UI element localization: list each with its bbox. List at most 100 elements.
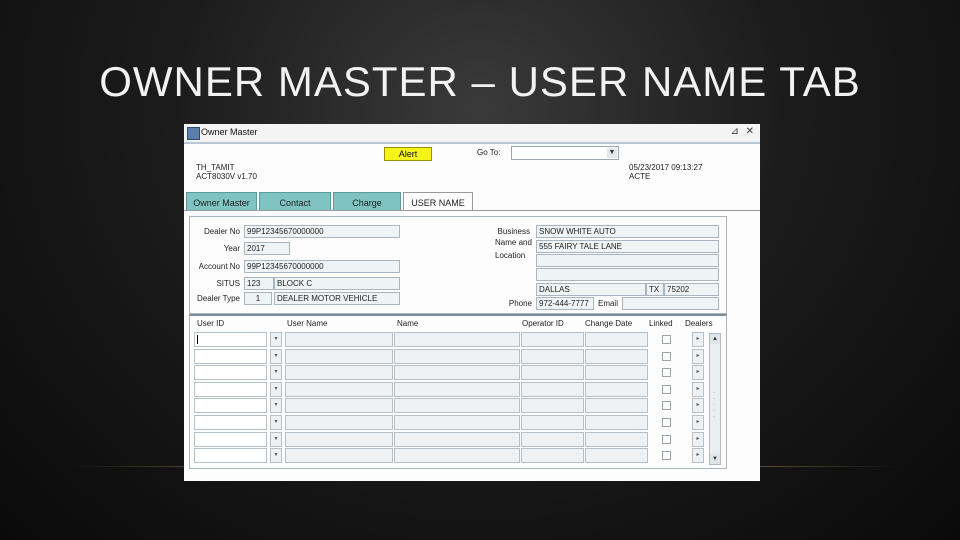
name-cell[interactable]: [394, 365, 520, 380]
user-id-cell[interactable]: [194, 432, 267, 447]
email-field[interactable]: [622, 297, 719, 310]
zip-field[interactable]: 75202: [664, 283, 719, 296]
account-no-field[interactable]: 99P12345670000000: [244, 260, 400, 273]
user-name-cell[interactable]: [285, 365, 393, 380]
slide-title: OWNER MASTER – USER NAME TAB: [99, 58, 861, 105]
user-name-cell[interactable]: [285, 349, 393, 364]
chevron-down-icon[interactable]: ▼: [607, 148, 617, 158]
form-version: ACT8030V v1.70: [196, 172, 257, 181]
business-name-field[interactable]: SNOW WHITE AUTO: [536, 225, 719, 238]
user-id-cell[interactable]: [194, 415, 267, 430]
dealers-button-icon[interactable]: ▸: [692, 432, 704, 447]
change-date-cell[interactable]: [585, 349, 648, 364]
tab-owner-master[interactable]: Owner Master: [186, 192, 257, 211]
address-line2-field[interactable]: [536, 254, 719, 267]
name-cell[interactable]: [394, 448, 520, 463]
user-id-cell[interactable]: [194, 332, 267, 347]
city-field[interactable]: DALLAS: [536, 283, 646, 296]
dealers-button-icon[interactable]: ▸: [692, 398, 704, 413]
user-id-cell[interactable]: [194, 349, 267, 364]
col-header-user-name: User Name: [287, 319, 328, 328]
operator-id-cell[interactable]: [521, 349, 584, 364]
dealers-button-icon[interactable]: ▸: [692, 382, 704, 397]
situs-number-field[interactable]: 123: [244, 277, 274, 290]
scroll-up-icon[interactable]: ▲: [710, 334, 720, 344]
linked-checkbox[interactable]: [662, 385, 671, 394]
scroll-grip-icon[interactable]: · · · · ·: [713, 390, 715, 420]
situs-street-field[interactable]: BLOCK C: [274, 277, 400, 290]
tab-bar: Owner Master Contact Charge USER NAME: [186, 192, 760, 211]
lov-button-icon[interactable]: ▾: [270, 398, 282, 413]
name-cell[interactable]: [394, 415, 520, 430]
lov-button-icon[interactable]: ▾: [270, 415, 282, 430]
operator-id-cell[interactable]: [521, 332, 584, 347]
linked-checkbox[interactable]: [662, 335, 671, 344]
situs-label: SITUS: [216, 279, 240, 288]
dealers-button-icon[interactable]: ▸: [692, 349, 704, 364]
change-date-cell[interactable]: [585, 448, 648, 463]
lov-button-icon[interactable]: ▾: [270, 332, 282, 347]
address-line3-field[interactable]: [536, 268, 719, 281]
user-name-cell[interactable]: [285, 398, 393, 413]
lov-button-icon[interactable]: ▾: [270, 448, 282, 463]
account-no-label: Account No: [198, 262, 240, 271]
operator-id-cell[interactable]: [521, 415, 584, 430]
dealer-type-code-field[interactable]: 1: [244, 292, 272, 305]
linked-checkbox[interactable]: [662, 352, 671, 361]
user-id-cell[interactable]: [194, 398, 267, 413]
tab-charge[interactable]: Charge: [333, 192, 401, 211]
linked-checkbox[interactable]: [662, 451, 671, 460]
name-cell[interactable]: [394, 349, 520, 364]
user-id-cell[interactable]: [194, 382, 267, 397]
lov-button-icon[interactable]: ▾: [270, 382, 282, 397]
name-cell[interactable]: [394, 398, 520, 413]
grid-scrollbar[interactable]: ▲ · · · · · ▼: [709, 333, 721, 465]
change-date-cell[interactable]: [585, 398, 648, 413]
user-name-cell[interactable]: [285, 448, 393, 463]
name-cell[interactable]: [394, 332, 520, 347]
name-cell[interactable]: [394, 382, 520, 397]
state-field[interactable]: TX: [646, 283, 664, 296]
linked-checkbox[interactable]: [662, 418, 671, 427]
operator-id-cell[interactable]: [521, 382, 584, 397]
user-name-cell[interactable]: [285, 415, 393, 430]
change-date-cell[interactable]: [585, 332, 648, 347]
alert-button[interactable]: Alert: [384, 147, 432, 161]
dealer-type-desc-field[interactable]: DEALER MOTOR VEHICLE: [274, 292, 400, 305]
dealers-button-icon[interactable]: ▸: [692, 332, 704, 347]
dealers-button-icon[interactable]: ▸: [692, 448, 704, 463]
linked-checkbox[interactable]: [662, 401, 671, 410]
dealer-no-field[interactable]: 99P12345670000000: [244, 225, 400, 238]
lov-button-icon[interactable]: ▾: [270, 349, 282, 364]
tab-user-name[interactable]: USER NAME: [403, 192, 473, 211]
change-date-cell[interactable]: [585, 365, 648, 380]
year-field[interactable]: 2017: [244, 242, 290, 255]
tab-contact[interactable]: Contact: [259, 192, 331, 211]
user-name-cell[interactable]: [285, 432, 393, 447]
operator-id-cell[interactable]: [521, 365, 584, 380]
operator-id-cell[interactable]: [521, 448, 584, 463]
phone-field[interactable]: 972-444-7777: [536, 297, 594, 310]
col-header-name: Name: [397, 319, 419, 328]
dealers-button-icon[interactable]: ▸: [692, 365, 704, 380]
user-id-cell[interactable]: [194, 448, 267, 463]
operator-id-cell[interactable]: [521, 398, 584, 413]
address-field[interactable]: 555 FAIRY TALE LANE: [536, 240, 719, 253]
lov-button-icon[interactable]: ▾: [270, 432, 282, 447]
change-date-cell[interactable]: [585, 382, 648, 397]
goto-select[interactable]: ▼: [511, 146, 619, 160]
name-cell[interactable]: [394, 432, 520, 447]
change-date-cell[interactable]: [585, 432, 648, 447]
window-titlebar[interactable]: Owner Master ⊿ ✕: [184, 124, 760, 143]
window-controls[interactable]: ⊿ ✕: [730, 126, 756, 137]
operator-id-cell[interactable]: [521, 432, 584, 447]
dealers-button-icon[interactable]: ▸: [692, 415, 704, 430]
user-name-cell[interactable]: [285, 382, 393, 397]
linked-checkbox[interactable]: [662, 368, 671, 377]
scroll-down-icon[interactable]: ▼: [710, 454, 720, 464]
user-name-cell[interactable]: [285, 332, 393, 347]
change-date-cell[interactable]: [585, 415, 648, 430]
linked-checkbox[interactable]: [662, 435, 671, 444]
lov-button-icon[interactable]: ▾: [270, 365, 282, 380]
user-id-cell[interactable]: [194, 365, 267, 380]
